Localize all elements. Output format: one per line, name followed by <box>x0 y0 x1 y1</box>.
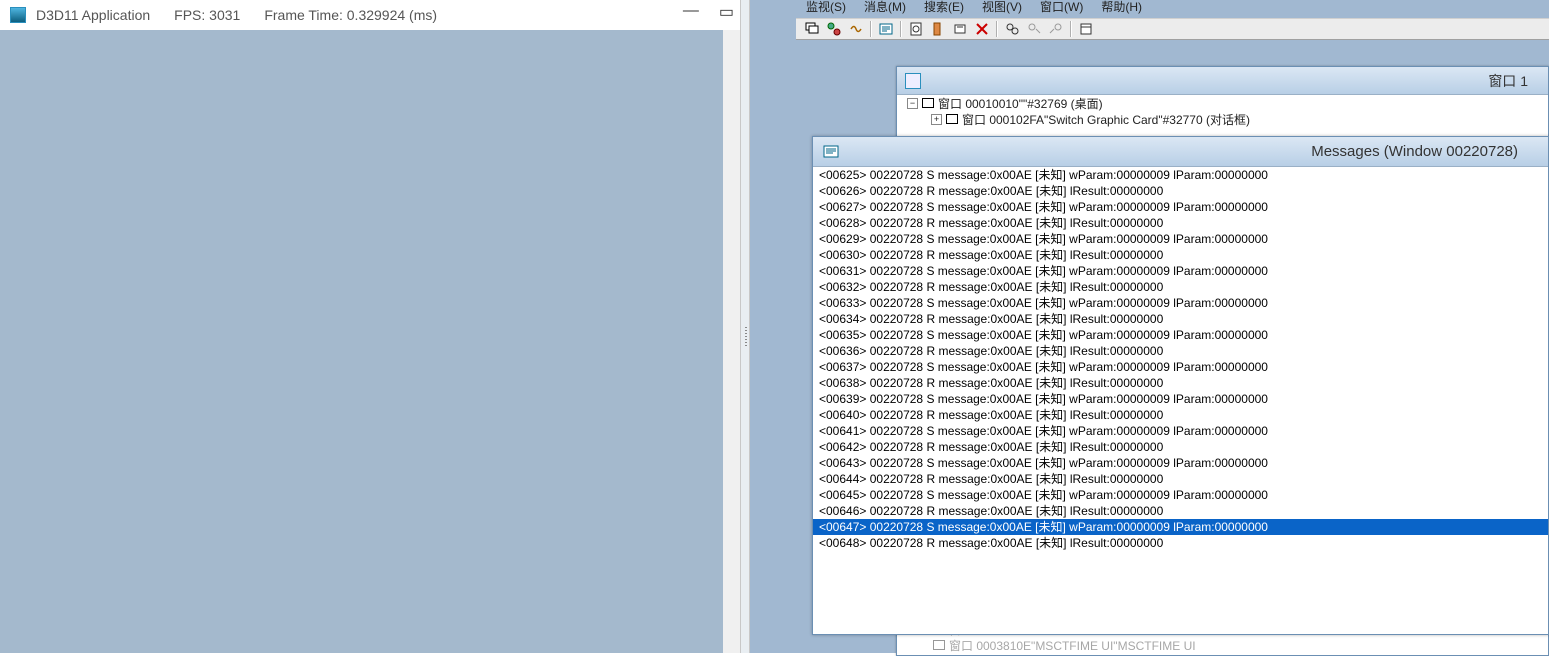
menu-help[interactable]: 帮助(H) <box>1101 0 1142 16</box>
window-node-icon <box>946 114 958 124</box>
d3d11-titlebar[interactable]: D3D11 Application FPS: 3031 Frame Time: … <box>0 0 740 30</box>
message-row[interactable]: <00629> 00220728 S message:0x00AE [未知] w… <box>813 231 1548 247</box>
menu-window[interactable]: 窗口(W) <box>1040 0 1083 16</box>
messages-title: Messages (Window 00220728) <box>1311 143 1518 160</box>
message-row[interactable]: <00643> 00220728 S message:0x00AE [未知] w… <box>813 455 1548 471</box>
splitter[interactable] <box>740 0 750 653</box>
tree-row[interactable]: − 窗口 00010010""#32769 (桌面) <box>901 95 1548 111</box>
menu-spy[interactable]: 监视(S) <box>806 0 846 16</box>
message-row[interactable]: <00626> 00220728 R message:0x00AE [未知] l… <box>813 183 1548 199</box>
message-row[interactable]: <00648> 00220728 R message:0x00AE [未知] l… <box>813 535 1548 551</box>
window-node-icon <box>933 640 945 650</box>
messages-panel: Messages (Window 00220728) <00625> 00220… <box>812 136 1549 635</box>
properties-icon[interactable] <box>1076 20 1096 38</box>
title-frametime: Frame Time: 0.329924 (ms) <box>264 7 437 23</box>
window-tree-titlebar[interactable]: 窗口 1 <box>897 67 1548 95</box>
messages-titlebar[interactable]: Messages (Window 00220728) <box>813 137 1548 167</box>
vertical-scrollbar[interactable] <box>723 30 740 653</box>
message-row[interactable]: <00641> 00220728 S message:0x00AE [未知] w… <box>813 423 1548 439</box>
message-row[interactable]: <00645> 00220728 S message:0x00AE [未知] w… <box>813 487 1548 503</box>
window-node-icon <box>922 98 934 108</box>
threads-icon[interactable] <box>846 20 866 38</box>
spyxx-window: 监视(S) 消息(M) 搜索(E) 视图(V) 窗口(W) 帮助(H) 窗口 1 <box>750 0 1549 653</box>
title-fps: FPS: 3031 <box>174 7 240 23</box>
message-row[interactable]: <00633> 00220728 S message:0x00AE [未知] w… <box>813 295 1548 311</box>
expand-icon[interactable]: + <box>931 114 942 125</box>
minimize-button[interactable]: — <box>683 2 699 22</box>
message-row[interactable]: <00630> 00220728 R message:0x00AE [未知] l… <box>813 247 1548 263</box>
message-row[interactable]: <00631> 00220728 S message:0x00AE [未知] w… <box>813 263 1548 279</box>
message-row[interactable]: <00646> 00220728 R message:0x00AE [未知] l… <box>813 503 1548 519</box>
message-row[interactable]: <00642> 00220728 R message:0x00AE [未知] l… <box>813 439 1548 455</box>
d3d11-app-window: D3D11 Application FPS: 3031 Frame Time: … <box>0 0 740 653</box>
message-row[interactable]: <00647> 00220728 S message:0x00AE [未知] w… <box>813 519 1548 535</box>
menu-search[interactable]: 搜索(E) <box>924 0 964 16</box>
tree-label: 窗口 0003810E"MSCTFIME UI"MSCTFIME UI <box>949 637 1196 654</box>
title-app: D3D11 Application <box>36 7 150 23</box>
message-row[interactable]: <00635> 00220728 S message:0x00AE [未知] w… <box>813 327 1548 343</box>
message-row[interactable]: <00638> 00220728 R message:0x00AE [未知] l… <box>813 375 1548 391</box>
message-row[interactable]: <00640> 00220728 R message:0x00AE [未知] l… <box>813 407 1548 423</box>
window-icon <box>905 73 921 89</box>
maximize-button[interactable]: ▭ <box>719 2 734 22</box>
logging-options-icon[interactable] <box>928 20 948 38</box>
message-row[interactable]: <00627> 00220728 S message:0x00AE [未知] w… <box>813 199 1548 215</box>
app-icon <box>10 7 26 23</box>
d3d11-client-area <box>0 30 740 653</box>
message-row[interactable]: <00632> 00220728 R message:0x00AE [未知] l… <box>813 279 1548 295</box>
d3d11-title-text: D3D11 Application FPS: 3031 Frame Time: … <box>36 7 437 23</box>
windows-icon[interactable] <box>802 20 822 38</box>
tree-label: 窗口 00010010""#32769 (桌面) <box>938 95 1103 112</box>
window-tree-title: 窗口 1 <box>1488 71 1528 91</box>
find-icon[interactable] <box>1002 20 1022 38</box>
log-messages-icon[interactable] <box>876 20 896 38</box>
message-row[interactable]: <00639> 00220728 S message:0x00AE [未知] w… <box>813 391 1548 407</box>
menu-messages[interactable]: 消息(M) <box>864 0 906 16</box>
tree-label: 窗口 000102FA"Switch Graphic Card"#32770 (… <box>962 111 1250 128</box>
message-row[interactable]: <00644> 00220728 R message:0x00AE [未知] l… <box>813 471 1548 487</box>
message-row[interactable]: <00625> 00220728 S message:0x00AE [未知] w… <box>813 167 1548 183</box>
clear-log-icon[interactable] <box>972 20 992 38</box>
mdi-client: 窗口 1 − 窗口 00010010""#32769 (桌面) + 窗口 000… <box>796 40 1549 653</box>
toolbar <box>796 18 1549 40</box>
find-window-icon[interactable] <box>906 20 926 38</box>
message-row[interactable]: <00628> 00220728 R message:0x00AE [未知] l… <box>813 215 1548 231</box>
stop-logging-icon[interactable] <box>950 20 970 38</box>
tree-row[interactable]: 窗口 0003810E"MSCTFIME UI"MSCTFIME UI <box>933 637 1196 653</box>
find-next-icon[interactable] <box>1024 20 1044 38</box>
find-prev-icon[interactable] <box>1046 20 1066 38</box>
message-row[interactable]: <00636> 00220728 R message:0x00AE [未知] l… <box>813 343 1548 359</box>
messages-list[interactable]: <00625> 00220728 S message:0x00AE [未知] w… <box>813 167 1548 634</box>
menu-bar: 监视(S) 消息(M) 搜索(E) 视图(V) 窗口(W) 帮助(H) <box>806 0 1142 16</box>
message-row[interactable]: <00637> 00220728 S message:0x00AE [未知] w… <box>813 359 1548 375</box>
collapse-icon[interactable]: − <box>907 98 918 109</box>
menu-view[interactable]: 视图(V) <box>982 0 1022 16</box>
message-row[interactable]: <00634> 00220728 R message:0x00AE [未知] l… <box>813 311 1548 327</box>
processes-icon[interactable] <box>824 20 844 38</box>
messages-icon <box>823 144 839 160</box>
tree-row[interactable]: + 窗口 000102FA"Switch Graphic Card"#32770… <box>901 111 1548 127</box>
